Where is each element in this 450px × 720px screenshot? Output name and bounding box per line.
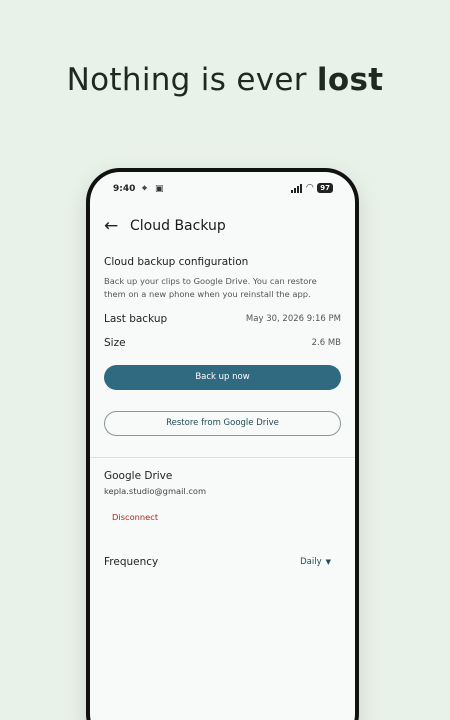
battery-icon: 97 xyxy=(317,183,333,193)
wifi-icon: ◠ xyxy=(306,183,314,193)
frequency-value: Daily xyxy=(300,557,322,567)
disconnect-button[interactable]: Disconnect xyxy=(112,512,158,522)
status-time: 9:40 xyxy=(113,184,136,194)
drive-title: Google Drive xyxy=(104,470,173,482)
google-drive-section: Google Drive kepla.studio@gmail.com Disc… xyxy=(104,470,341,524)
signal-icon xyxy=(291,183,303,193)
headline-prefix: Nothing is ever xyxy=(66,62,317,98)
size-row: Size 2.6 MB xyxy=(104,337,341,349)
headline: Nothing is ever lost xyxy=(0,62,450,98)
arrow-left-icon[interactable]: ← xyxy=(104,216,118,236)
last-backup-value: May 30, 2026 9:16 PM xyxy=(245,313,341,324)
phone-frame: 9:40 ⌖ ▣ ◠ 97 ← Cloud Backup Cloud backu… xyxy=(86,168,359,720)
divider xyxy=(90,457,355,458)
restore-button[interactable]: Restore from Google Drive xyxy=(104,410,341,436)
size-value: 2.6 MB xyxy=(311,337,341,348)
app-bar: ← Cloud Backup xyxy=(90,216,355,240)
section-description: Back up your clips to Google Drive. You … xyxy=(104,276,317,299)
sim-icon: ▣ xyxy=(155,184,164,194)
promo-page: Nothing is ever lost 9:40 ⌖ ▣ ◠ 97 ← Clo… xyxy=(0,0,450,720)
last-backup-label: Last backup xyxy=(104,312,168,325)
phone-screen: 9:40 ⌖ ▣ ◠ 97 ← Cloud Backup Cloud backu… xyxy=(90,172,355,720)
frequency-label: Frequency xyxy=(104,556,159,568)
drive-email: kepla.studio@gmail.com xyxy=(104,486,207,496)
frequency-dropdown[interactable]: Daily ▼ xyxy=(300,557,331,567)
caret-down-icon: ▼ xyxy=(325,558,331,566)
section-title: Cloud backup configuration xyxy=(104,256,249,268)
backup-config-section: Cloud backup configuration Back up your … xyxy=(104,256,341,436)
size-label: Size xyxy=(104,336,126,349)
status-right: ◠ 97 xyxy=(291,183,333,193)
frequency-row: Frequency Daily ▼ xyxy=(104,556,331,568)
status-bar: 9:40 ⌖ ▣ ◠ 97 xyxy=(90,182,355,198)
navigation-icon: ⌖ xyxy=(142,184,148,194)
backup-now-button[interactable]: Back up now xyxy=(104,364,341,390)
headline-emphasis: lost xyxy=(316,62,384,98)
page-title: Cloud Backup xyxy=(130,218,226,234)
last-backup-row: Last backup May 30, 2026 9:16 PM xyxy=(104,313,341,325)
